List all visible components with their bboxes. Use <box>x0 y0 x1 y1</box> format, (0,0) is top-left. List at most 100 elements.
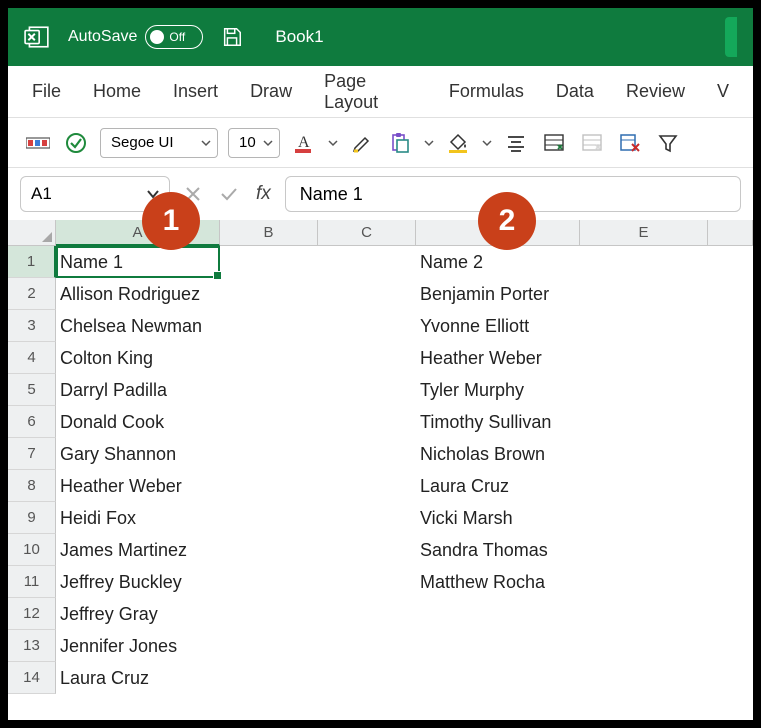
cell-C[interactable] <box>318 534 416 566</box>
cell-E[interactable] <box>580 630 708 662</box>
cell-F[interactable] <box>708 630 753 662</box>
paste-icon[interactable] <box>386 129 414 157</box>
cell-E[interactable] <box>580 406 708 438</box>
cell-C[interactable] <box>318 342 416 374</box>
cell-D[interactable]: Matthew Rocha <box>416 566 580 598</box>
cell-C[interactable] <box>318 406 416 438</box>
row-header[interactable]: 14 <box>8 662 56 694</box>
row-header[interactable]: 2 <box>8 278 56 310</box>
column-header-E[interactable]: E <box>580 220 708 246</box>
cell-C[interactable] <box>318 630 416 662</box>
cell-E[interactable] <box>580 246 708 278</box>
cell-D[interactable]: Tyler Murphy <box>416 374 580 406</box>
select-all-corner[interactable] <box>8 220 56 246</box>
cell-F[interactable] <box>708 662 753 694</box>
row-header[interactable]: 3 <box>8 310 56 342</box>
cell-F[interactable] <box>708 502 753 534</box>
cell-A[interactable]: Darryl Padilla <box>56 374 220 406</box>
cell-B[interactable] <box>220 246 318 278</box>
spreadsheet-grid[interactable]: A B C D E 1Name 1Name 22Allison Rodrigue… <box>8 220 753 694</box>
cell-C[interactable] <box>318 438 416 470</box>
cell-C[interactable] <box>318 502 416 534</box>
cell-E[interactable] <box>580 566 708 598</box>
cell-A[interactable]: James Martinez <box>56 534 220 566</box>
cell-F[interactable] <box>708 406 753 438</box>
font-size-select[interactable]: 10 <box>228 128 280 158</box>
cell-C[interactable] <box>318 278 416 310</box>
tab-insert[interactable]: Insert <box>173 81 218 102</box>
align-center-icon[interactable] <box>502 129 530 157</box>
row-header[interactable]: 8 <box>8 470 56 502</box>
cell-D[interactable] <box>416 630 580 662</box>
font-color-icon[interactable]: A <box>290 129 318 157</box>
cell-F[interactable] <box>708 566 753 598</box>
row-header[interactable]: 11 <box>8 566 56 598</box>
cell-A[interactable]: Heidi Fox <box>56 502 220 534</box>
column-header-rest[interactable] <box>708 220 753 246</box>
column-header-B[interactable]: B <box>220 220 318 246</box>
cell-B[interactable] <box>220 662 318 694</box>
row-header[interactable]: 4 <box>8 342 56 374</box>
row-header[interactable]: 7 <box>8 438 56 470</box>
cell-F[interactable] <box>708 278 753 310</box>
cell-B[interactable] <box>220 310 318 342</box>
insert-row-icon[interactable] <box>540 129 568 157</box>
cell-A[interactable]: Jeffrey Buckley <box>56 566 220 598</box>
cell-A[interactable]: Colton King <box>56 342 220 374</box>
cell-F[interactable] <box>708 534 753 566</box>
highlighter-icon[interactable] <box>348 129 376 157</box>
cell-C[interactable] <box>318 566 416 598</box>
tab-draw[interactable]: Draw <box>250 81 292 102</box>
cell-F[interactable] <box>708 246 753 278</box>
cell-B[interactable] <box>220 278 318 310</box>
cell-F[interactable] <box>708 342 753 374</box>
cell-C[interactable] <box>318 310 416 342</box>
cell-A[interactable]: Laura Cruz <box>56 662 220 694</box>
cell-F[interactable] <box>708 374 753 406</box>
cell-C[interactable] <box>318 470 416 502</box>
chevron-down-icon[interactable] <box>482 138 492 148</box>
cell-B[interactable] <box>220 598 318 630</box>
cell-F[interactable] <box>708 438 753 470</box>
cell-E[interactable] <box>580 438 708 470</box>
tab-file[interactable]: File <box>32 81 61 102</box>
cell-B[interactable] <box>220 374 318 406</box>
cell-E[interactable] <box>580 342 708 374</box>
cell-A[interactable]: Heather Weber <box>56 470 220 502</box>
cell-F[interactable] <box>708 310 753 342</box>
cell-D[interactable]: Heather Weber <box>416 342 580 374</box>
tab-home[interactable]: Home <box>93 81 141 102</box>
cell-E[interactable] <box>580 310 708 342</box>
cell-B[interactable] <box>220 502 318 534</box>
row-header[interactable]: 5 <box>8 374 56 406</box>
cell-D[interactable]: Nicholas Brown <box>416 438 580 470</box>
autosave-toggle[interactable]: Off <box>145 25 203 49</box>
cell-C[interactable] <box>318 598 416 630</box>
conditional-format-icon[interactable] <box>24 129 52 157</box>
tab-formulas[interactable]: Formulas <box>449 81 524 102</box>
cell-E[interactable] <box>580 502 708 534</box>
cell-A[interactable]: Donald Cook <box>56 406 220 438</box>
cell-D[interactable]: Yvonne Elliott <box>416 310 580 342</box>
fx-label[interactable]: fx <box>256 183 271 205</box>
save-icon[interactable] <box>221 26 243 48</box>
row-header[interactable]: 13 <box>8 630 56 662</box>
delete-row-icon[interactable] <box>578 129 606 157</box>
cell-D[interactable]: Benjamin Porter <box>416 278 580 310</box>
cell-B[interactable] <box>220 630 318 662</box>
row-header[interactable]: 12 <box>8 598 56 630</box>
cell-C[interactable] <box>318 374 416 406</box>
cell-D[interactable]: Timothy Sullivan <box>416 406 580 438</box>
cell-E[interactable] <box>580 534 708 566</box>
cell-E[interactable] <box>580 278 708 310</box>
cell-D[interactable]: Sandra Thomas <box>416 534 580 566</box>
cell-F[interactable] <box>708 598 753 630</box>
tab-data[interactable]: Data <box>556 81 594 102</box>
cell-D[interactable] <box>416 598 580 630</box>
cell-A[interactable]: Jennifer Jones <box>56 630 220 662</box>
row-header[interactable]: 6 <box>8 406 56 438</box>
column-header-C[interactable]: C <box>318 220 416 246</box>
cell-B[interactable] <box>220 566 318 598</box>
clear-filter-icon[interactable] <box>616 129 644 157</box>
cell-E[interactable] <box>580 374 708 406</box>
